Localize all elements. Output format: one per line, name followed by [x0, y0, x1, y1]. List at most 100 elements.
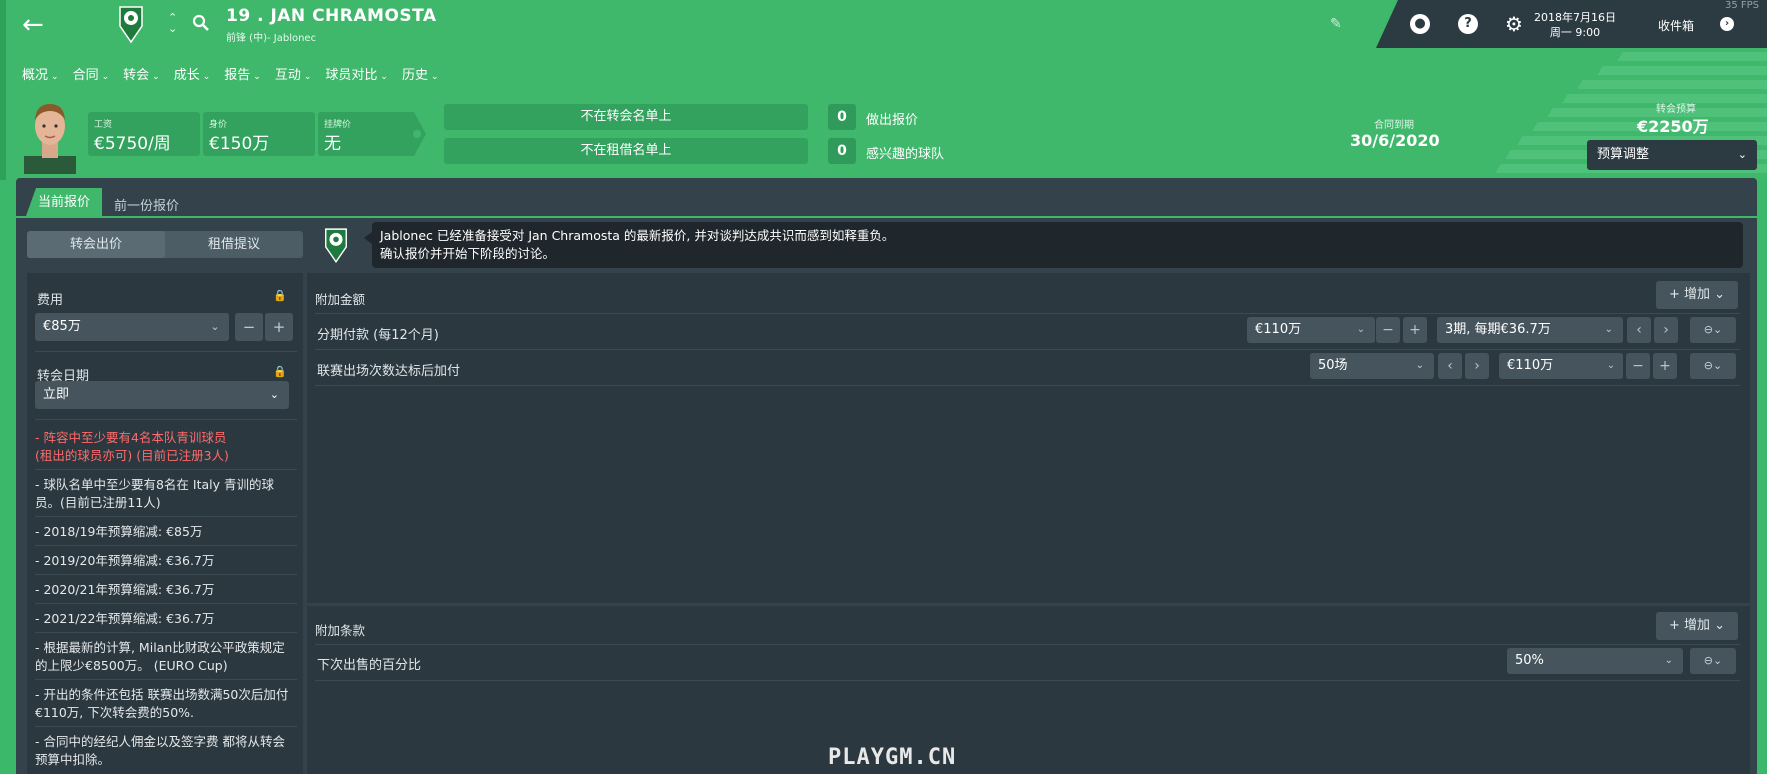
- chevron-left-icon[interactable]: ‹: [1438, 353, 1462, 379]
- value-stat: 身价 €150万: [203, 112, 315, 156]
- contract-expiry-value: 30/6/2020: [1350, 131, 1440, 150]
- fee-increase-button[interactable]: +: [265, 313, 293, 341]
- sell-on-label: 下次出售的百分比: [317, 658, 422, 673]
- clauses-title: 附加条款: [315, 623, 366, 638]
- chevron-right-icon[interactable]: ›: [1654, 317, 1678, 343]
- row-options-button[interactable]: ⊖⌄: [1690, 317, 1736, 343]
- add-fee-button[interactable]: + 增加 ⌄: [1656, 281, 1738, 309]
- up-down-icon[interactable]: ⌃ ⌄: [168, 12, 177, 34]
- rule-item: - 开出的条件还包括 联赛出场数满50次后加付 €110万, 下次转会费的50%…: [35, 687, 289, 720]
- installment-decrease-button[interactable]: −: [1376, 317, 1400, 343]
- row-options-button[interactable]: ⊖⌄: [1690, 648, 1736, 674]
- fee-decrease-button[interactable]: −: [235, 313, 263, 341]
- interested-label[interactable]: 感兴趣的球队: [866, 143, 944, 162]
- menu-development[interactable]: 成长 ⌄: [174, 64, 211, 83]
- settings-icon[interactable]: ⚙: [1504, 14, 1524, 34]
- menu-compare[interactable]: 球员对比 ⌄: [325, 64, 388, 83]
- rule-item: - 根据最新的计算, Milan比财政公平政策规定的上限少€8500万。 (EU…: [35, 640, 285, 673]
- lock-icon[interactable]: 🔒: [273, 365, 287, 378]
- game-datetime[interactable]: 2018年7月16日 周一 9:00: [1534, 10, 1616, 40]
- add-on-fees-section: 附加金额 + 增加 ⌄ 分期付款 (每12个月) €110万 ⌄ − + 3期,…: [307, 273, 1750, 603]
- ball-icon[interactable]: ●: [1410, 14, 1430, 34]
- chevron-down-icon[interactable]: ⌄: [1349, 317, 1373, 343]
- transfer-list-status[interactable]: 不在转会名单上: [444, 104, 808, 130]
- installment-increase-button[interactable]: +: [1403, 317, 1427, 343]
- club-crest-icon: [116, 4, 146, 44]
- message-line-1: Jablonec 已经准备接受对 Jan Chramosta 的最新报价, 并对…: [380, 228, 895, 243]
- back-arrow-icon[interactable]: ←: [22, 10, 52, 40]
- menu-label: 历史: [401, 68, 428, 83]
- time-line: 周一 9:00: [1549, 26, 1601, 39]
- clauses-section: 附加条款 + 增加 ⌄ 下次出售的百分比 50% ⌄ ⊖⌄: [307, 606, 1750, 774]
- lock-icon[interactable]: 🔒: [273, 289, 287, 302]
- player-position: 前锋 (中)- Jablonec: [226, 33, 317, 44]
- menu-label: 球员对比: [325, 68, 378, 83]
- asking-value: 无: [324, 134, 341, 154]
- divider: [35, 726, 297, 727]
- chevron-left-icon[interactable]: ‹: [1627, 317, 1651, 343]
- chevron-right-icon[interactable]: ›: [1720, 17, 1734, 31]
- divider: [35, 516, 297, 517]
- fps-counter: 35 FPS: [1724, 0, 1759, 11]
- transfer-offer-button[interactable]: 转会出价: [27, 231, 165, 258]
- row-options-button[interactable]: ⊖⌄: [1690, 353, 1736, 379]
- appearances-increase-button[interactable]: +: [1653, 353, 1677, 379]
- divider: [35, 632, 297, 633]
- installment-periods: 3期, 每期€36.7万: [1445, 322, 1551, 337]
- divider: [35, 603, 297, 604]
- tab-current-offer[interactable]: 当前报价: [26, 188, 102, 216]
- divider: [315, 385, 1740, 386]
- player-portrait: [24, 98, 76, 174]
- budget-adjust-dropdown[interactable]: 预算调整 ⌄: [1587, 140, 1757, 170]
- installment-amount: €110万: [1255, 322, 1302, 337]
- divider: [35, 545, 297, 546]
- offer-type-toggle: 转会出价 租借提议: [27, 231, 303, 258]
- loan-list-status[interactable]: 不在租借名单上: [444, 138, 808, 164]
- chevron-down-icon: ⌄: [253, 72, 261, 82]
- edit-icon[interactable]: ✎: [1330, 16, 1342, 32]
- add-clause-button[interactable]: + 增加 ⌄: [1656, 612, 1738, 640]
- menu-reports[interactable]: 报告 ⌄: [224, 64, 261, 83]
- transfer-date-dropdown[interactable]: 立即 ⌄: [35, 381, 289, 409]
- chevron-down-icon: ⌄: [1710, 287, 1726, 302]
- rule-item: - 阵容中至少要有4名本队青训球员 (租出的球员亦可) (目前已注册3人): [35, 430, 229, 463]
- fee-label: 费用: [37, 293, 64, 308]
- contract-expiry-label: 合同到期: [1374, 120, 1414, 131]
- menu-interaction[interactable]: 互动 ⌄: [275, 64, 312, 83]
- appearances-decrease-button[interactable]: −: [1626, 353, 1650, 379]
- chevron-right-icon[interactable]: ›: [1465, 353, 1489, 379]
- chevron-down-icon: ⌄: [152, 72, 160, 82]
- help-icon[interactable]: ?: [1458, 14, 1478, 34]
- tab-previous-offer[interactable]: 前一份报价: [114, 195, 179, 214]
- chevron-down-icon[interactable]: ⌄: [1599, 353, 1623, 379]
- fee-input[interactable]: €85万: [35, 313, 229, 341]
- transfer-date-value: 立即: [43, 387, 70, 402]
- appearances-value: 50场: [1318, 358, 1348, 373]
- value-value: €150万: [209, 134, 270, 154]
- installment-periods-dropdown[interactable]: 3期, 每期€36.7万 ⌄: [1437, 317, 1623, 343]
- wage-value: €5750/周: [94, 134, 171, 154]
- chevron-down-icon[interactable]: ⌄: [201, 313, 229, 341]
- left-strip: [0, 0, 6, 180]
- chevron-down-icon: ⌄: [1737, 148, 1747, 161]
- divider: [315, 680, 1740, 681]
- inbox-button[interactable]: 收件箱: [1658, 17, 1694, 34]
- plus-icon: +: [1668, 287, 1684, 302]
- divider: [315, 313, 1740, 314]
- chevron-down-icon: ⌄: [1710, 618, 1726, 633]
- divider: [315, 349, 1740, 350]
- menu-transfer[interactable]: 转会 ⌄: [123, 64, 160, 83]
- appearances-dropdown[interactable]: 50场 ⌄: [1310, 353, 1434, 379]
- sell-on-dropdown[interactable]: 50% ⌄: [1507, 648, 1683, 674]
- installments-label: 分期付款 (每12个月): [317, 328, 439, 343]
- message-line-2: 确认报价并开始下阶段的讨论。: [380, 246, 556, 261]
- loan-offer-button[interactable]: 租借提议: [165, 231, 303, 258]
- divider: [35, 351, 297, 352]
- menu-label: 成长: [173, 68, 200, 83]
- menu-history[interactable]: 历史 ⌄: [402, 64, 439, 83]
- menu-overview[interactable]: 概况 ⌄: [22, 64, 59, 83]
- offers-label[interactable]: 做出报价: [866, 109, 918, 128]
- search-icon[interactable]: [192, 14, 210, 32]
- chevron-down-icon: ⌄: [51, 72, 59, 82]
- menu-contract[interactable]: 合同 ⌄: [73, 64, 110, 83]
